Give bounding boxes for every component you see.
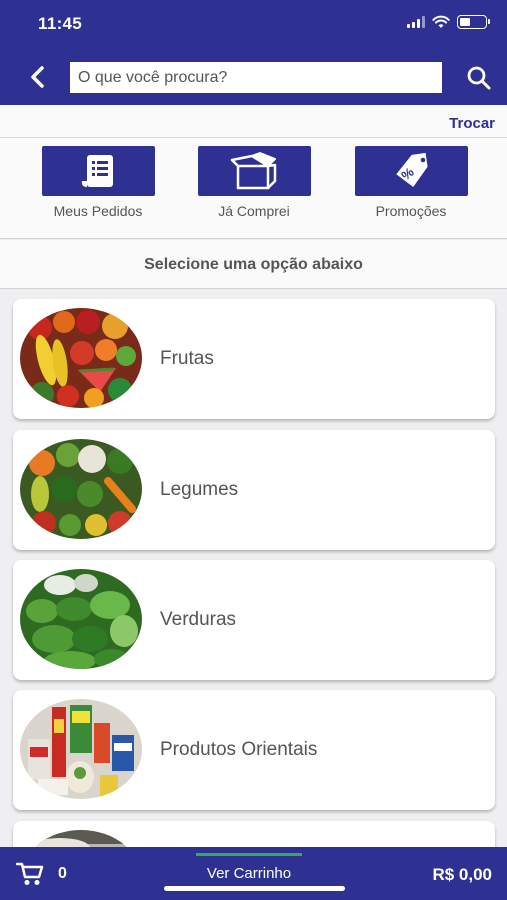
category-name: Frutas xyxy=(160,348,214,369)
status-icons xyxy=(407,15,490,29)
ja-comprei-label: Já Comprei xyxy=(218,203,290,219)
category-card-partial[interactable] xyxy=(13,821,495,847)
category-card-produtos-orientais[interactable]: Produtos Orientais xyxy=(13,690,495,810)
leafy-greens-photo xyxy=(20,569,142,669)
category-name: Legumes xyxy=(160,479,239,500)
promocoes-button[interactable]: % Promoções xyxy=(351,146,471,219)
promocoes-tile: % xyxy=(354,146,468,196)
ja-comprei-tile xyxy=(197,146,311,196)
store-bar: Trocar xyxy=(0,105,507,138)
category-photo xyxy=(20,830,142,847)
cart-footer: 0 Ver Carrinho R$ 0,00 xyxy=(0,847,507,900)
percent-tag-icon: % xyxy=(396,152,428,187)
active-indicator xyxy=(196,853,302,856)
ja-comprei-button[interactable]: Já Comprei xyxy=(194,146,314,219)
search-button[interactable] xyxy=(465,64,493,92)
vegetables-photo xyxy=(20,439,142,539)
category-name: Verduras xyxy=(160,609,237,630)
quick-actions: Meus Pedidos Já Comprei % Promoções xyxy=(0,138,507,239)
receipt-icon xyxy=(81,155,113,187)
battery-icon xyxy=(457,15,490,29)
section-title: Selecione uma opção abaixo xyxy=(0,240,507,289)
category-card-frutas[interactable]: Frutas xyxy=(13,299,495,419)
meus-pedidos-label: Meus Pedidos xyxy=(53,203,143,219)
ver-carrinho-label: Ver Carrinho xyxy=(206,865,292,882)
cart-button[interactable]: 0 xyxy=(16,861,67,887)
category-name: Produtos Orientais xyxy=(160,739,318,760)
chevron-left-icon xyxy=(31,66,44,88)
app-header: 11:45 xyxy=(0,0,507,105)
fruits-photo xyxy=(20,308,142,408)
meus-pedidos-tile xyxy=(41,146,155,196)
status-time: 11:45 xyxy=(38,14,83,33)
back-button[interactable] xyxy=(24,62,50,92)
oriental-products-photo xyxy=(20,699,142,799)
shopping-cart-icon xyxy=(16,862,44,885)
home-indicator xyxy=(164,886,345,891)
search-icon xyxy=(467,66,491,90)
category-list[interactable]: Frutas Legumes Verduras Produtos Orienta… xyxy=(0,289,507,847)
category-card-verduras[interactable]: Verduras xyxy=(13,560,495,680)
meus-pedidos-button[interactable]: Meus Pedidos xyxy=(38,146,158,219)
cellular-signal-icon xyxy=(407,16,425,28)
trocar-link[interactable]: Trocar xyxy=(449,115,495,132)
open-box-icon xyxy=(230,152,277,190)
wifi-icon xyxy=(432,15,450,28)
cart-count: 0 xyxy=(58,865,67,882)
cart-total: R$ 0,00 xyxy=(432,865,492,884)
category-card-legumes[interactable]: Legumes xyxy=(13,430,495,550)
search-input[interactable] xyxy=(70,62,442,93)
promocoes-label: Promoções xyxy=(375,203,447,219)
ver-carrinho-button[interactable]: Ver Carrinho xyxy=(196,847,302,900)
